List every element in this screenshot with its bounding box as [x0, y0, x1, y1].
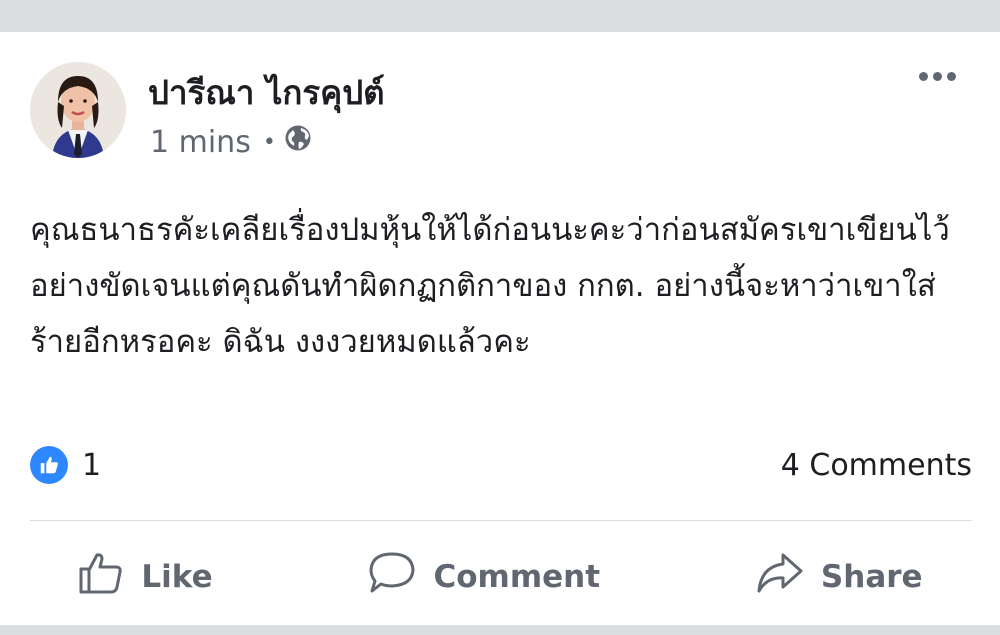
more-options-icon[interactable] — [915, 68, 960, 85]
action-bar: Like Comment Share — [0, 542, 1000, 612]
post-body: คุณธนาธรคัะเคลียเรื่องปมหุ้นให้ได้ก่อนนะ… — [30, 212, 950, 360]
post-meta: 1 mins • — [150, 124, 312, 160]
author-name[interactable]: ปารีณา ไกรคุปต์ — [148, 66, 385, 119]
globe-icon — [284, 124, 312, 160]
comment-button[interactable]: Comment — [367, 549, 600, 605]
comment-label: Comment — [433, 559, 601, 595]
share-arrow-icon — [755, 549, 805, 605]
share-label: Share — [820, 559, 923, 595]
comments-count[interactable]: 4 Comments — [781, 448, 972, 483]
post-time[interactable]: 1 mins — [150, 125, 251, 160]
post-card: ปารีณา ไกรคุปต์ 1 mins • คุณธนาธรคัะเคลี… — [0, 32, 1000, 625]
reactions-count: 1 — [82, 447, 102, 483]
share-button[interactable]: Share — [755, 549, 923, 605]
reactions-summary[interactable]: 1 — [30, 446, 101, 484]
thumbs-up-icon — [77, 549, 125, 605]
like-reaction-icon — [30, 446, 68, 484]
like-button[interactable]: Like — [77, 549, 213, 605]
meta-separator: • — [262, 129, 276, 155]
divider — [30, 520, 972, 521]
avatar[interactable] — [30, 62, 126, 158]
like-label: Like — [141, 559, 213, 595]
speech-bubble-icon — [367, 549, 417, 605]
